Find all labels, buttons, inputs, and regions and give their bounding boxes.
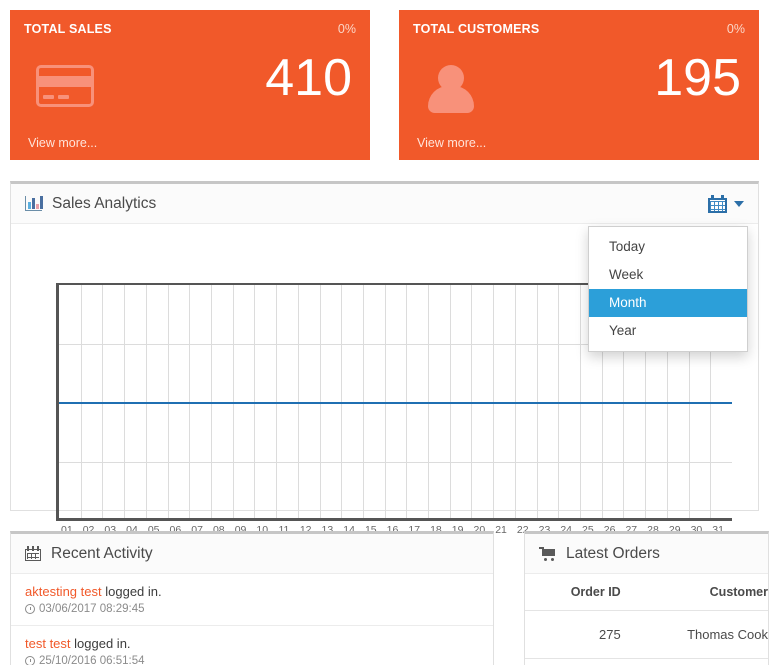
dropdown-item-year[interactable]: Year	[589, 317, 747, 345]
kpi-header: TOTAL CUSTOMERS 0%	[413, 22, 745, 36]
chart-gridline-horizontal	[59, 462, 732, 463]
shopping-cart-icon	[539, 546, 556, 561]
list-item[interactable]: test test logged in. 25/10/2016 06:51:54	[11, 626, 493, 665]
dropdown-item-week[interactable]: Week	[589, 261, 747, 289]
table-row[interactable]: 275 Thomas Cook	[525, 610, 768, 659]
chart-x-tick-label: 21	[495, 524, 507, 536]
cell-customer: Thomas Cook	[630, 610, 768, 659]
kpi-value: 410	[265, 49, 352, 107]
list-item[interactable]: aktesting test logged in. 03/06/2017 08:…	[11, 574, 493, 626]
activity-action: logged in.	[74, 636, 131, 651]
latest-orders-panel: Latest Orders Order ID Customer 275 Thom…	[524, 531, 769, 665]
view-more-link[interactable]: View more...	[417, 136, 486, 150]
activity-timestamp: 03/06/2017 08:29:45	[25, 603, 479, 615]
date-range-dropdown-toggle[interactable]	[708, 194, 744, 213]
recent-activity-panel: Recent Activity aktesting test logged in…	[10, 531, 494, 665]
table-header-row: Order ID Customer	[525, 574, 768, 611]
view-more-link[interactable]: View more...	[28, 136, 97, 150]
kpi-card-total-sales[interactable]: TOTAL SALES 0% 410 View more...	[10, 10, 370, 160]
clock-icon	[25, 604, 35, 614]
column-header-customer[interactable]: Customer	[630, 574, 768, 611]
activity-user[interactable]: aktesting test	[25, 584, 102, 599]
dropdown-item-today[interactable]: Today	[589, 233, 747, 261]
kpi-card-total-customers[interactable]: TOTAL CUSTOMERS 0% 195 View more...	[399, 10, 759, 160]
panel-header: Latest Orders	[525, 534, 768, 574]
calendar-icon	[25, 546, 41, 561]
kpi-value: 195	[654, 49, 741, 107]
activity-text: aktesting test logged in.	[25, 583, 479, 600]
date-range-dropdown-menu[interactable]: Today Week Month Year	[588, 226, 748, 352]
kpi-title: TOTAL SALES	[24, 22, 112, 36]
orders-table-body: Order ID Customer 275 Thomas Cook	[525, 574, 768, 659]
panel-title: Recent Activity	[51, 544, 153, 562]
activity-action: logged in.	[105, 584, 162, 599]
user-icon	[425, 65, 477, 113]
activity-text: test test logged in.	[25, 635, 479, 652]
panel-title: Sales Analytics	[52, 194, 157, 212]
bar-chart-icon	[25, 196, 43, 211]
kpi-title: TOTAL CUSTOMERS	[413, 22, 540, 36]
column-header-order-id[interactable]: Order ID	[525, 574, 631, 611]
chevron-down-icon	[734, 200, 744, 207]
credit-card-icon	[36, 65, 94, 107]
activity-user[interactable]: test test	[25, 636, 71, 651]
panel-header: Recent Activity	[11, 534, 493, 574]
calendar-icon	[708, 194, 727, 213]
activity-timestamp: 25/10/2016 06:51:54	[25, 655, 479, 665]
clock-icon	[25, 656, 35, 665]
cell-order-id: 275	[525, 610, 631, 659]
kpi-header: TOTAL SALES 0%	[24, 22, 356, 36]
kpi-percent: 0%	[337, 22, 356, 36]
panel-title: Latest Orders	[566, 544, 660, 562]
activity-time-text: 25/10/2016 06:51:54	[39, 655, 145, 665]
dropdown-item-month[interactable]: Month	[589, 289, 747, 317]
activity-list: aktesting test logged in. 03/06/2017 08:…	[11, 574, 493, 665]
dashboard-page: TOTAL SALES 0% 410 View more... TOTAL CU…	[0, 0, 769, 665]
activity-time-text: 03/06/2017 08:29:45	[39, 603, 145, 615]
kpi-percent: 0%	[726, 22, 745, 36]
chart-series-line	[59, 402, 732, 404]
panel-header: Sales Analytics	[11, 184, 758, 224]
orders-table: Order ID Customer 275 Thomas Cook	[525, 574, 768, 659]
